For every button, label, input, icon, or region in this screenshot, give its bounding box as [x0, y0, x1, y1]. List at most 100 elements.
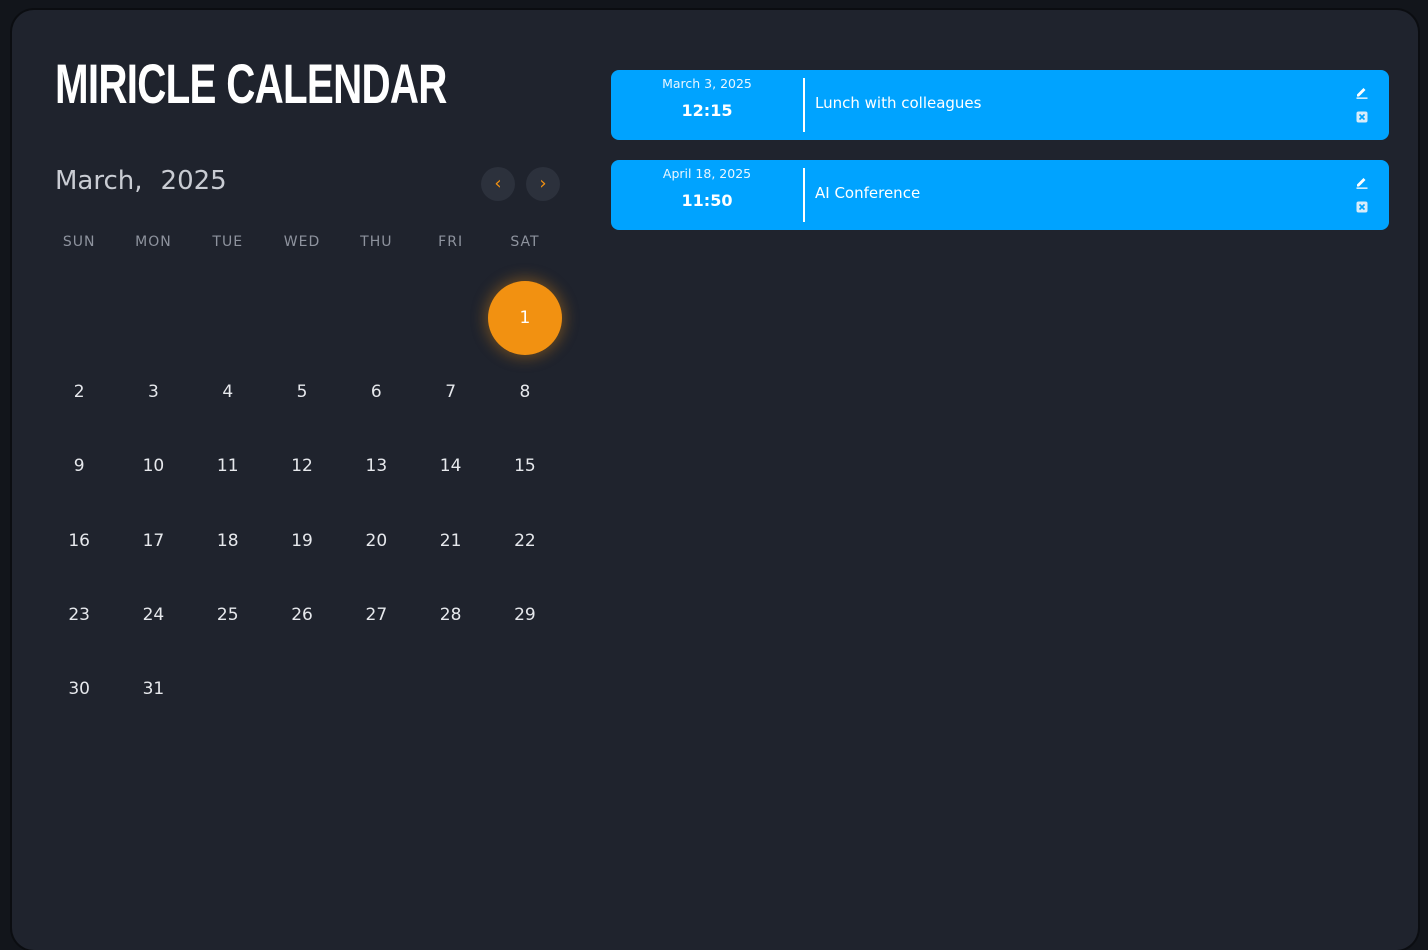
- event-divider: [803, 168, 805, 222]
- day-cell[interactable]: 24: [116, 578, 190, 652]
- prev-month-button[interactable]: ‹: [481, 167, 515, 201]
- weekday-label: WED: [283, 234, 321, 250]
- delete-icon: [1356, 111, 1368, 123]
- event-time: 12:15: [681, 101, 733, 120]
- day-cell-empty: [413, 281, 487, 355]
- days-grid: 1 2 3 4 5 6 7 8 9 10 11 12 13 14 15 16 17 18 19 20 21 22 23 24 2…: [42, 281, 562, 726]
- day-cell[interactable]: 5: [265, 355, 339, 429]
- day-cell[interactable]: 29: [488, 578, 562, 652]
- weekday-header-row: SUN MON TUE WED THU FRI SAT: [42, 234, 562, 250]
- day-cell[interactable]: 26: [265, 578, 339, 652]
- day-cell[interactable]: 30: [42, 652, 116, 726]
- day-cell[interactable]: 11: [191, 429, 265, 503]
- delete-icon: [1356, 201, 1368, 213]
- day-cell[interactable]: 9: [42, 429, 116, 503]
- day-cell[interactable]: 18: [191, 504, 265, 578]
- day-cell[interactable]: 17: [116, 504, 190, 578]
- weekday-label: FRI: [438, 234, 464, 250]
- day-number: 5: [296, 382, 308, 403]
- day-number: 8: [519, 382, 531, 403]
- day-number: 1: [487, 281, 562, 356]
- day-cell[interactable]: 31: [116, 652, 190, 726]
- day-cell[interactable]: 14: [413, 429, 487, 503]
- day-number: 15: [514, 456, 536, 477]
- event-card[interactable]: April 18, 2025 11:50 AI Conference: [611, 160, 1389, 230]
- day-cell-empty: [42, 281, 116, 355]
- day-number: 22: [514, 530, 536, 551]
- month-label: March,: [55, 166, 143, 196]
- day-number: 3: [148, 382, 159, 403]
- day-number: 4: [222, 382, 234, 403]
- day-cell[interactable]: 3: [116, 355, 190, 429]
- day-cell-empty: [191, 281, 265, 355]
- day-cell[interactable]: 13: [339, 429, 413, 503]
- day-cell[interactable]: 23: [42, 578, 116, 652]
- day-number: 29: [514, 604, 536, 625]
- next-month-button[interactable]: ›: [526, 167, 560, 201]
- weekday-label: MON: [135, 234, 172, 250]
- day-cell[interactable]: 25: [191, 578, 265, 652]
- chevron-left-icon: ‹: [494, 173, 502, 194]
- event-date: March 3, 2025: [662, 76, 752, 91]
- event-time: 11:50: [681, 191, 733, 210]
- weekday-label: THU: [360, 234, 393, 250]
- edit-icon: [1356, 178, 1368, 189]
- month-year-header: March, 2025: [55, 166, 227, 196]
- day-number: 14: [439, 456, 462, 477]
- app-window: MIRICLE CALENDAR March, 2025 ‹ › SUN MON …: [12, 10, 1418, 950]
- day-number: 18: [216, 530, 239, 551]
- day-number: 31: [142, 679, 165, 700]
- day-cell[interactable]: 10: [116, 429, 190, 503]
- day-number: 27: [365, 604, 388, 625]
- day-cell[interactable]: 8: [488, 355, 562, 429]
- delete-event-button[interactable]: [1355, 200, 1369, 214]
- day-cell[interactable]: 22: [488, 504, 562, 578]
- day-number: 28: [439, 604, 462, 625]
- edit-event-button[interactable]: [1355, 175, 1369, 189]
- day-number: 7: [445, 382, 457, 403]
- event-date: April 18, 2025: [662, 166, 752, 181]
- day-cell[interactable]: 21: [413, 504, 487, 578]
- event-divider: [803, 78, 805, 132]
- day-number: 12: [291, 456, 313, 477]
- day-cell[interactable]: 15: [488, 429, 562, 503]
- day-cell[interactable]: 19: [265, 504, 339, 578]
- delete-event-button[interactable]: [1355, 110, 1369, 124]
- weekday-label: SUN: [62, 234, 96, 250]
- event-title: Lunch with colleagues: [815, 94, 982, 112]
- day-cell[interactable]: 16: [42, 504, 116, 578]
- day-cell[interactable]: 12: [265, 429, 339, 503]
- day-number: 19: [291, 530, 313, 551]
- day-number: 6: [370, 382, 382, 403]
- day-number: 17: [142, 530, 165, 551]
- day-cell[interactable]: 20: [339, 504, 413, 578]
- edit-icon: [1356, 88, 1368, 99]
- day-number: 30: [68, 679, 90, 700]
- day-number: 11: [216, 456, 239, 477]
- day-number: 2: [73, 382, 85, 403]
- weekday-label: TUE: [212, 234, 244, 250]
- day-cell[interactable]: 27: [339, 578, 413, 652]
- day-cell-empty: [116, 281, 190, 355]
- day-number: 10: [142, 456, 165, 477]
- edit-event-button[interactable]: [1355, 85, 1369, 99]
- day-cell[interactable]: 4: [191, 355, 265, 429]
- day-number: 20: [365, 530, 388, 551]
- day-number: 16: [68, 530, 90, 551]
- day-cell[interactable]: 6: [339, 355, 413, 429]
- day-number: 26: [291, 604, 313, 625]
- year-label: 2025: [160, 166, 227, 196]
- day-cell-selected[interactable]: 1: [487, 281, 562, 356]
- event-card[interactable]: March 3, 2025 12:15 Lunch with colleague…: [611, 70, 1389, 140]
- day-number: 24: [142, 604, 165, 625]
- day-number: 25: [216, 604, 239, 625]
- event-title: AI Conference: [815, 184, 921, 202]
- day-number: 13: [365, 456, 388, 477]
- event-list: March 3, 2025 12:15 Lunch with colleague…: [611, 70, 1389, 250]
- day-cell-empty: [265, 281, 339, 355]
- day-number: 23: [68, 604, 90, 625]
- day-cell[interactable]: 7: [413, 355, 487, 429]
- weekday-label: SAT: [510, 234, 540, 250]
- day-cell[interactable]: 2: [42, 355, 116, 429]
- day-cell[interactable]: 28: [413, 578, 487, 652]
